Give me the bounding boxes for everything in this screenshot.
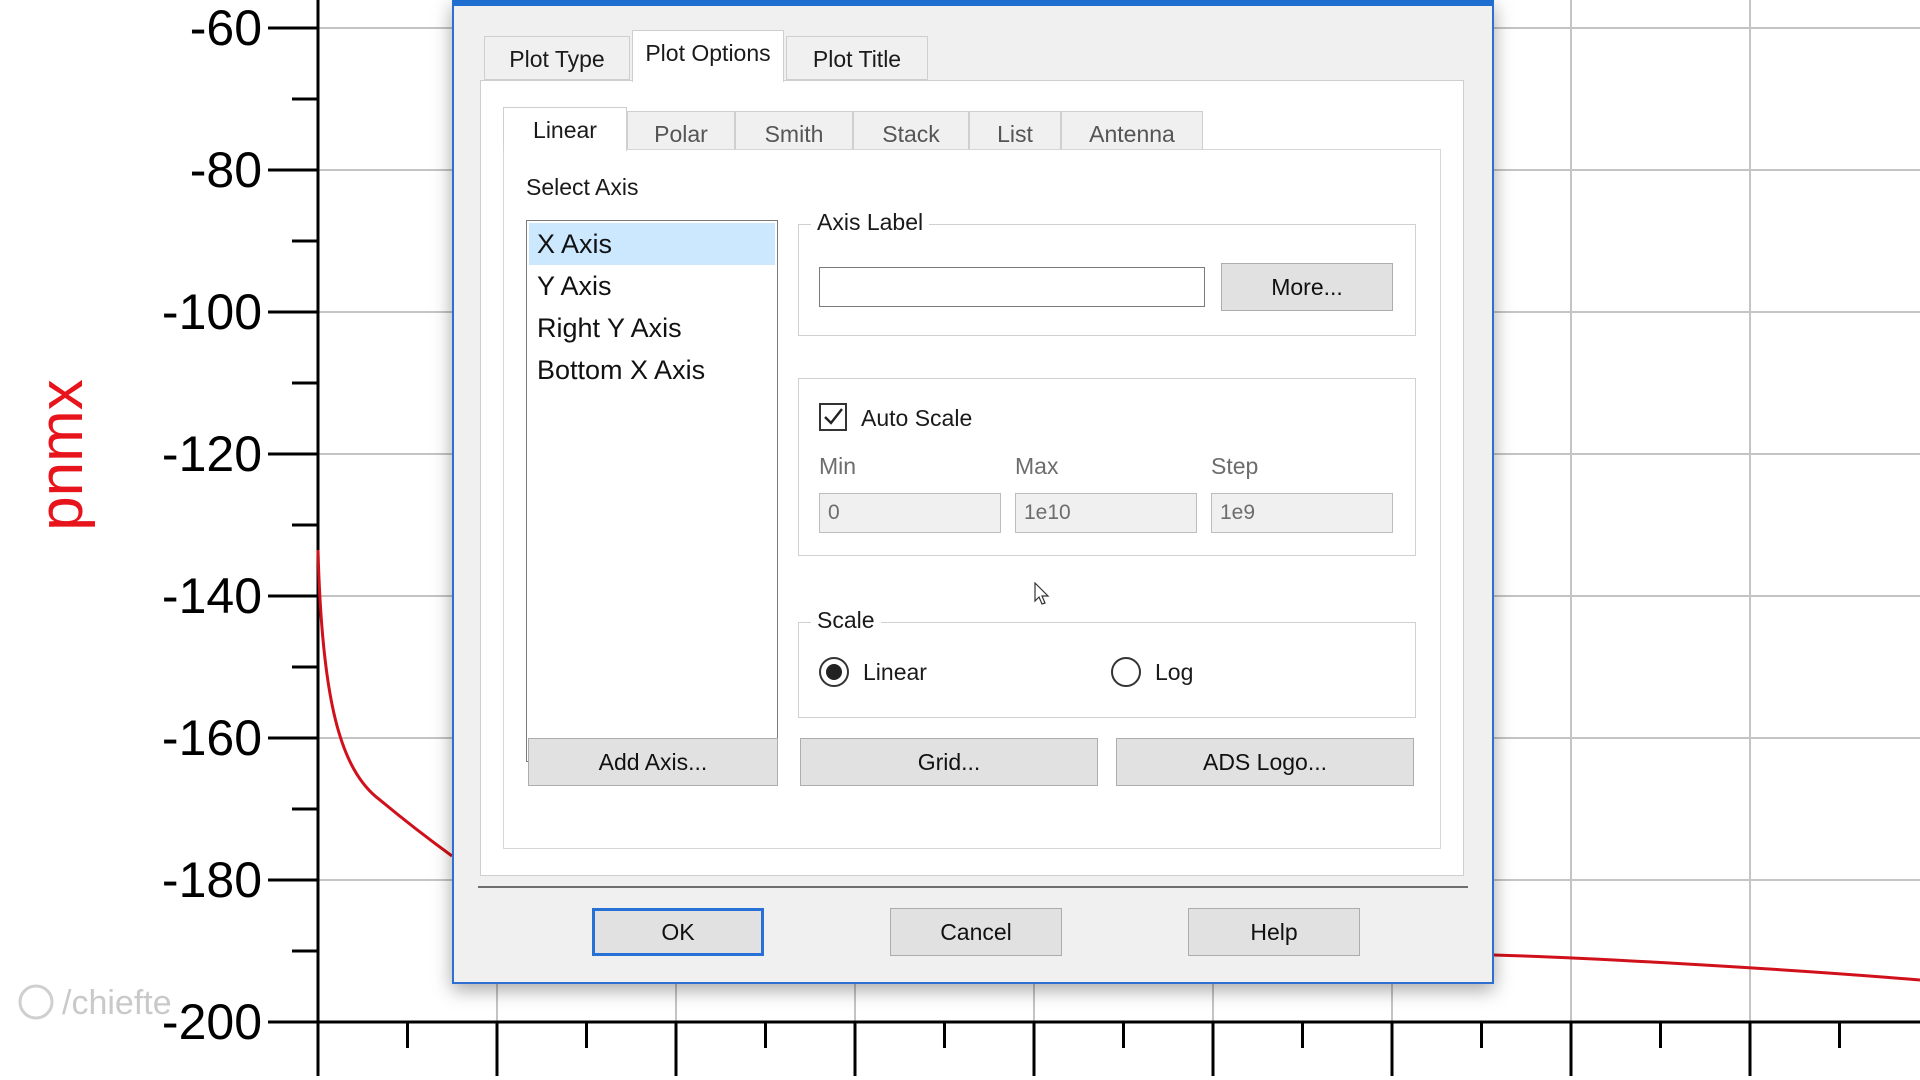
y-tick-label: -80 — [190, 142, 262, 198]
min-label: Min — [819, 453, 857, 479]
watermark: /chiefte — [18, 984, 172, 1022]
y-tick-label: -60 — [190, 0, 262, 56]
axis-label-input[interactable] — [819, 267, 1205, 307]
max-label: Max — [1015, 453, 1059, 479]
grid-button[interactable]: Grid... — [800, 738, 1098, 786]
tab-polar[interactable]: Polar — [627, 111, 735, 151]
y-tick-label: -100 — [162, 284, 262, 340]
min-input[interactable]: 0 — [819, 493, 1001, 533]
tab-smith[interactable]: Smith — [735, 111, 853, 151]
step-label: Step — [1211, 453, 1259, 479]
y-tick-label: -140 — [162, 568, 262, 624]
tab-plot-title[interactable]: Plot Title — [786, 36, 928, 80]
tab-linear[interactable]: Linear — [503, 107, 627, 151]
log-radio-label: Log — [1155, 659, 1194, 685]
y-axis-label: pnmx — [27, 379, 96, 531]
list-item-y-axis[interactable]: Y Axis — [529, 265, 775, 307]
linear-radio[interactable] — [819, 657, 849, 687]
ok-button[interactable]: OK — [592, 908, 764, 956]
scale-group-title: Scale — [811, 607, 881, 634]
tab-list[interactable]: List — [969, 111, 1061, 151]
max-input[interactable]: 1e10 — [1015, 493, 1197, 533]
cancel-button[interactable]: Cancel — [890, 908, 1062, 956]
select-axis-label: Select Axis — [526, 174, 639, 200]
axis-listbox[interactable]: X Axis Y Axis Right Y Axis Bottom X Axis — [526, 220, 778, 762]
mouse-cursor-icon — [1034, 582, 1050, 605]
list-item-right-y-axis[interactable]: Right Y Axis — [529, 307, 775, 349]
axis-label-group: Axis Label More... — [798, 209, 1416, 336]
y-tick-label: -180 — [162, 852, 262, 908]
tab-plot-type[interactable]: Plot Type — [484, 36, 630, 80]
auto-scale-checkbox[interactable] — [819, 403, 847, 431]
watermark-text: /chiefte — [62, 984, 172, 1022]
y-tick-label: -120 — [162, 426, 262, 482]
auto-scale-group: Auto Scale Min Max Step 0 1e10 1e9 — [798, 378, 1416, 556]
axis-label-group-title: Axis Label — [811, 209, 930, 236]
help-button[interactable]: Help — [1188, 908, 1360, 956]
plot-options-dialog: Plot Type Plot Options Plot Title Linear… — [452, 0, 1494, 984]
ads-logo-button[interactable]: ADS Logo... — [1116, 738, 1414, 786]
y-tick-label: -160 — [162, 710, 262, 766]
tab-antenna[interactable]: Antenna — [1061, 111, 1203, 151]
dialog-separator — [478, 886, 1468, 888]
scale-group: Scale Linear Log — [798, 607, 1416, 718]
linear-radio-label: Linear — [863, 659, 927, 685]
linear-options-panel: Select Axis X Axis Y Axis Right Y Axis B… — [503, 149, 1441, 849]
list-item-x-axis[interactable]: X Axis — [529, 223, 775, 265]
watermark-logo-icon — [18, 984, 54, 1020]
tab-stack[interactable]: Stack — [853, 111, 969, 151]
log-radio[interactable] — [1111, 657, 1141, 687]
y-tick-label: -200 — [162, 994, 262, 1050]
y-tick-labels: -60 -80 -100 -120 -140 -160 -180 -200 — [162, 0, 262, 1050]
checkmark-icon — [824, 408, 843, 425]
step-input[interactable]: 1e9 — [1211, 493, 1393, 533]
plot-options-panel: Linear Polar Smith Stack List Antenna Se… — [480, 80, 1464, 876]
auto-scale-label: Auto Scale — [861, 405, 973, 431]
more-button[interactable]: More... — [1221, 263, 1393, 311]
tab-plot-options[interactable]: Plot Options — [632, 30, 784, 82]
list-item-bottom-x-axis[interactable]: Bottom X Axis — [529, 349, 775, 391]
add-axis-button[interactable]: Add Axis... — [528, 738, 778, 786]
